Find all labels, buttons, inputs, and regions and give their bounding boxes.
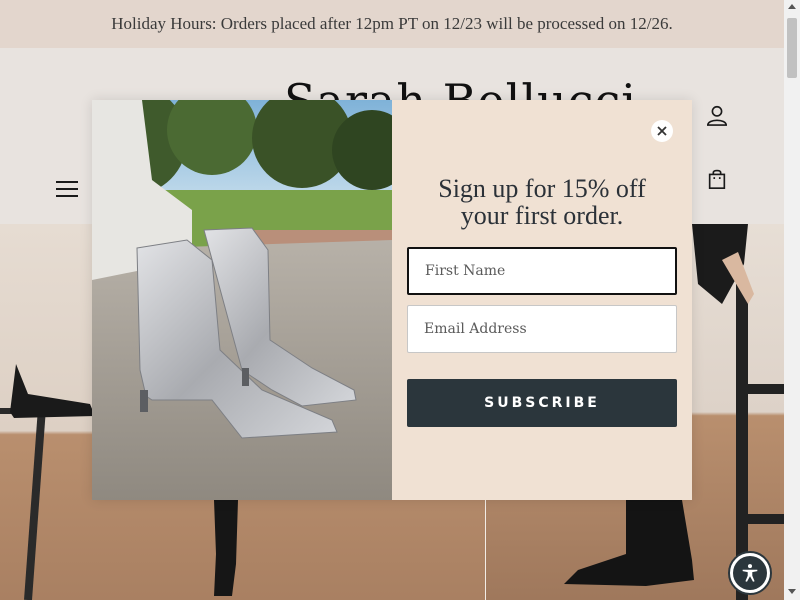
page-scrollbar[interactable] xyxy=(784,0,800,600)
email-input[interactable] xyxy=(407,305,677,353)
subscribe-button[interactable]: SUBSCRIBE xyxy=(407,379,677,427)
signup-popup: Sign up for 15% off your first order. SU… xyxy=(92,100,692,500)
close-x-icon xyxy=(657,126,667,136)
popup-headline: Sign up for 15% off your first order. xyxy=(438,174,646,230)
scrollbar-thumb[interactable] xyxy=(787,18,797,78)
popup-form: Sign up for 15% off your first order. SU… xyxy=(392,100,692,500)
scroll-down-arrow-icon[interactable] xyxy=(788,589,796,594)
popup-image xyxy=(92,100,392,500)
scroll-up-arrow-icon[interactable] xyxy=(788,4,796,9)
accessibility-person-icon xyxy=(733,556,767,590)
accessibility-button[interactable] xyxy=(728,551,772,595)
first-name-input[interactable] xyxy=(407,247,677,295)
close-popup-button[interactable] xyxy=(651,120,673,142)
